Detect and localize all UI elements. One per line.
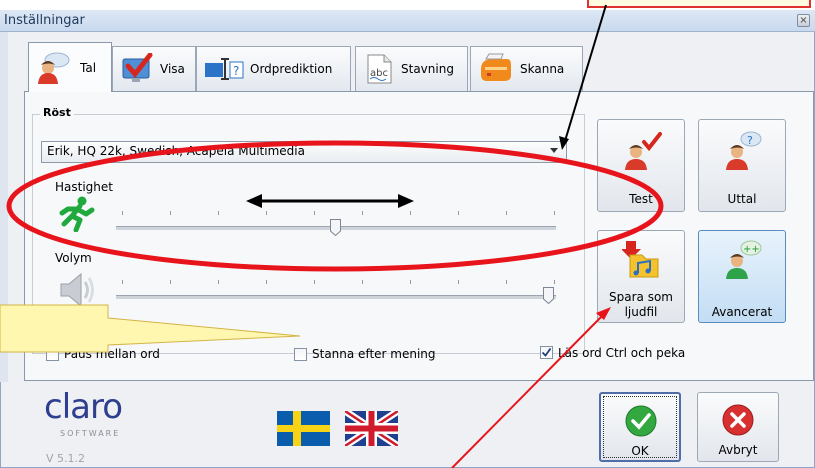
monitor-checkmark-icon bbox=[122, 53, 153, 82]
read-word-ctrl-point-label: Läs ord Ctrl och peka bbox=[558, 346, 686, 360]
voice-group-label: Röst bbox=[40, 106, 74, 119]
advanced-button-label: Avancerat bbox=[711, 305, 773, 319]
claro-logo-text: claro bbox=[44, 387, 123, 427]
tab-label: Visa bbox=[160, 62, 185, 76]
tab-skanna[interactable]: Skanna bbox=[470, 46, 583, 91]
word-prediction-icon: ? bbox=[205, 58, 244, 80]
stop-after-sentence-label: Stanna efter mening bbox=[312, 347, 436, 361]
slider-tick bbox=[122, 280, 123, 284]
slider-tick bbox=[410, 280, 411, 284]
spelling-abc-icon: abc bbox=[367, 54, 392, 84]
slider-tick bbox=[458, 211, 459, 215]
slider-tick bbox=[554, 280, 555, 284]
slider-tick bbox=[266, 211, 267, 215]
chevron-down-icon[interactable] bbox=[550, 148, 558, 153]
slider-tick bbox=[218, 280, 219, 284]
slider-tick bbox=[170, 280, 171, 284]
slider-tick bbox=[554, 211, 555, 215]
pause-between-words-label: Paus mellan ord bbox=[64, 347, 160, 361]
running-person-icon bbox=[59, 196, 95, 232]
test-button-label: Test bbox=[629, 192, 653, 206]
uk-flag-icon[interactable] bbox=[345, 411, 398, 446]
speaking-person-icon bbox=[38, 52, 70, 84]
background-window-edge bbox=[0, 32, 8, 382]
save-as-audio-label-line2: ljudfil bbox=[624, 305, 658, 319]
pronunciation-button-label: Uttal bbox=[727, 192, 757, 206]
slider-tick bbox=[506, 280, 507, 284]
ok-button[interactable]: OK bbox=[599, 392, 681, 462]
window-title: Inställningar bbox=[4, 13, 85, 28]
slider-tick bbox=[458, 280, 459, 284]
slider-tick bbox=[314, 280, 315, 284]
close-button[interactable]: × bbox=[797, 14, 810, 27]
slider-tick bbox=[122, 211, 123, 215]
tab-ordprediktion[interactable]: ? Ordprediktion bbox=[196, 46, 351, 91]
advanced-button[interactable]: ++ Avancerat bbox=[698, 230, 786, 323]
volume-slider-track[interactable] bbox=[116, 295, 556, 299]
tab-label: Tal bbox=[80, 60, 97, 75]
slider-tick bbox=[362, 280, 363, 284]
voice-select-value: Erik, HQ 22k, Swedish, Acapela Multimedi… bbox=[47, 144, 305, 158]
pronunciation-button[interactable]: ? Uttal bbox=[698, 119, 786, 212]
title-bar bbox=[0, 10, 815, 32]
checkmark-icon bbox=[541, 347, 552, 357]
ok-button-label: OK bbox=[631, 444, 649, 458]
version-text: V 5.1.2 bbox=[46, 452, 86, 465]
tab-label: Ordprediktion bbox=[250, 62, 333, 76]
speaking-person-check-icon bbox=[625, 132, 662, 170]
volume-label: Volym bbox=[55, 251, 92, 265]
red-x-icon bbox=[722, 404, 754, 436]
save-as-audio-button[interactable]: Spara som ljudfil bbox=[597, 230, 685, 323]
speed-slider-thumb[interactable] bbox=[330, 219, 341, 236]
read-word-ctrl-point-checkbox[interactable] bbox=[540, 346, 553, 359]
green-checkmark-icon bbox=[625, 405, 657, 437]
save-as-audio-label-line1: Spara som bbox=[609, 290, 673, 304]
svg-text:?: ? bbox=[233, 64, 239, 78]
speed-label: Hastighet bbox=[55, 180, 113, 194]
speaking-person-question-icon: ? bbox=[726, 131, 762, 170]
tab-label: Skanna bbox=[520, 62, 565, 76]
stop-after-sentence-checkbox[interactable] bbox=[294, 348, 307, 361]
save-audio-file-icon bbox=[622, 241, 659, 278]
slider-tick bbox=[314, 211, 315, 215]
slider-tick bbox=[506, 211, 507, 215]
speaker-icon bbox=[60, 272, 94, 308]
claro-logo-subtext: SOFTWARE bbox=[60, 429, 121, 438]
swedish-flag-icon[interactable] bbox=[277, 411, 330, 446]
tab-label: Stavning bbox=[401, 62, 454, 76]
slider-tick bbox=[266, 280, 267, 284]
cancel-button[interactable]: Avbryt bbox=[697, 392, 779, 462]
scanner-icon bbox=[481, 53, 511, 81]
tab-visa[interactable]: Visa bbox=[112, 46, 196, 91]
svg-text:?: ? bbox=[747, 134, 753, 147]
slider-tick bbox=[362, 211, 363, 215]
cancel-button-label: Avbryt bbox=[718, 443, 758, 457]
pause-between-words-checkbox[interactable] bbox=[46, 348, 59, 361]
svg-text:++: ++ bbox=[743, 244, 760, 255]
volume-slider-thumb[interactable] bbox=[543, 287, 554, 304]
tab-stavning[interactable]: abc Stavning bbox=[355, 46, 468, 91]
speaking-person-plus-icon: ++ bbox=[726, 240, 762, 279]
slider-tick bbox=[410, 211, 411, 215]
tab-tal[interactable]: Tal bbox=[28, 42, 112, 92]
callout-box-top bbox=[587, 0, 811, 8]
slider-tick bbox=[170, 211, 171, 215]
test-button[interactable]: Test bbox=[597, 119, 685, 212]
slider-tick bbox=[218, 211, 219, 215]
